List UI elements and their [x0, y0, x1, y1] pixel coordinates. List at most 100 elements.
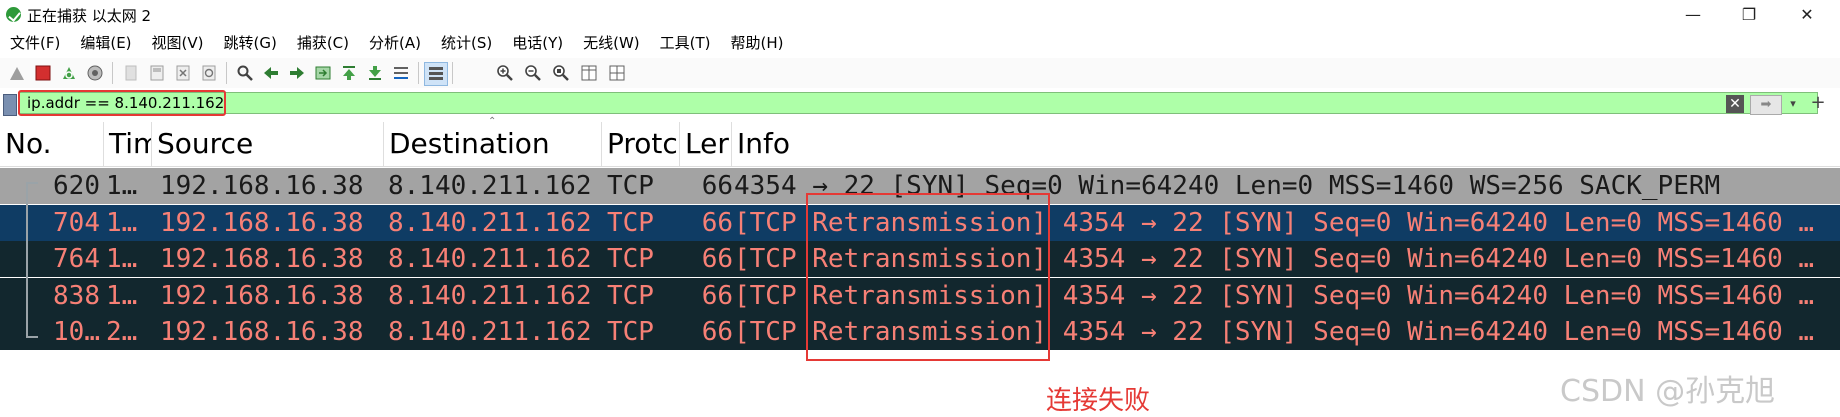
- add-filter-button-icon[interactable]: +: [1808, 93, 1828, 113]
- cell-destination: 8.140.211.162: [388, 207, 592, 238]
- filter-history-dropdown-icon[interactable]: ▾: [1786, 95, 1800, 113]
- display-filter-input[interactable]: [18, 92, 1818, 114]
- related-packet-indicator: [26, 182, 38, 338]
- watermark: CSDN @孙克旭: [1560, 374, 1776, 409]
- filter-bookmark-icon[interactable]: [3, 94, 17, 116]
- packet-row[interactable]: 704 1… 192.168.16.38 8.140.211.162 TCP 66 [TCP…: [0, 204, 1840, 241]
- save-file-icon[interactable]: [146, 62, 168, 84]
- cell-length: 66: [701, 207, 733, 238]
- cell-source: 192.168.16.38: [160, 280, 364, 311]
- open-file-icon[interactable]: [120, 62, 142, 84]
- cell-length: 66: [701, 171, 733, 201]
- cell-protocol: TCP: [607, 244, 654, 274]
- packet-row[interactable]: 620 1… 192.168.16.38 8.140.211.162 TCP 66 4354…: [0, 168, 1840, 204]
- menu-tools[interactable]: 工具(T): [650, 32, 721, 53]
- cell-source: 192.168.16.38: [160, 171, 364, 201]
- column-header-protocol[interactable]: Protc: [602, 122, 680, 166]
- cell-no: 620: [53, 171, 100, 201]
- colorize-icon[interactable]: [424, 62, 448, 86]
- cell-info: [TCP Retransmission] 4354 → 22 [SYN] Seq…: [734, 280, 1815, 311]
- cell-source: 192.168.16.38: [160, 244, 364, 274]
- go-to-packet-icon[interactable]: [312, 62, 334, 84]
- cell-length: 66: [701, 244, 733, 274]
- go-last-icon[interactable]: [364, 62, 386, 84]
- column-header-destination[interactable]: Destination: [384, 122, 602, 166]
- cell-no: 764: [53, 244, 100, 274]
- menu-telephony[interactable]: 电话(Y): [502, 32, 573, 53]
- window-title: 正在捕获 以太网 2: [27, 7, 152, 25]
- display-filter-bar: ✕ ➡ ▾ +: [0, 90, 1840, 118]
- resize-columns-icon[interactable]: [578, 62, 600, 84]
- go-forward-icon[interactable]: [286, 62, 308, 84]
- cell-info: 4354 → 22 [SYN] Seq=0 Win=64240 Len=0 MS…: [734, 171, 1721, 201]
- title-bar: 正在捕获 以太网 2 — ❐ ✕: [0, 0, 1840, 28]
- capture-options-icon[interactable]: [84, 62, 106, 84]
- packet-row[interactable]: 838 1… 192.168.16.38 8.140.211.162 TCP 66 [TCP…: [0, 277, 1840, 314]
- menu-edit[interactable]: 编辑(E): [70, 32, 141, 53]
- close-button[interactable]: ✕: [1784, 0, 1830, 28]
- shark-fin-start-icon[interactable]: [6, 62, 28, 84]
- cell-info: [TCP Retransmission] 4354 → 22 [SYN] Seq…: [734, 207, 1815, 238]
- toolbar-separator: [418, 62, 419, 84]
- minimize-button[interactable]: —: [1670, 0, 1716, 28]
- column-header-no[interactable]: No.: [0, 122, 104, 166]
- go-back-icon[interactable]: [260, 62, 282, 84]
- column-header-info[interactable]: Info: [732, 122, 1840, 166]
- toolbar-separator: [112, 62, 113, 84]
- cell-protocol: TCP: [607, 317, 654, 347]
- cell-time: 2…: [106, 317, 138, 347]
- menu-bar: 文件(F) 编辑(E) 视图(V) 跳转(G) 捕获(C) 分析(A) 统计(S…: [0, 28, 1840, 56]
- go-first-icon[interactable]: [338, 62, 360, 84]
- menu-view[interactable]: 视图(V): [142, 32, 214, 53]
- cell-time: 1…: [106, 244, 138, 274]
- sort-indicator-icon: ⌃: [488, 116, 497, 127]
- cell-info: [TCP Retransmission] 4354 → 22 [SYN] Seq…: [734, 244, 1815, 274]
- annotation-connection-failed: 连接失败: [1046, 386, 1151, 416]
- zoom-normal-icon[interactable]: [550, 62, 572, 84]
- cell-info: [TCP Retransmission] 4354 → 22 [SYN] Seq…: [734, 317, 1815, 347]
- menu-analyze[interactable]: 分析(A): [359, 32, 431, 53]
- menu-wireless[interactable]: 无线(W): [573, 32, 650, 53]
- cell-no: 704: [53, 207, 100, 238]
- column-header-time[interactable]: Tim: [104, 122, 152, 166]
- column-header-source[interactable]: Source: [152, 122, 384, 166]
- auto-scroll-icon[interactable]: [390, 62, 412, 84]
- menu-file[interactable]: 文件(F): [0, 32, 70, 53]
- close-file-icon[interactable]: [172, 62, 194, 84]
- reload-file-icon[interactable]: [198, 62, 220, 84]
- column-header-length[interactable]: Ler: [680, 122, 732, 166]
- cell-length: 66: [701, 317, 733, 347]
- cell-time: 1…: [106, 280, 138, 311]
- packet-list-header: No. Tim Source Destination Protc Ler Inf…: [0, 122, 1840, 167]
- toolbar-separator: [452, 62, 453, 84]
- menu-capture[interactable]: 捕获(C): [287, 32, 359, 53]
- cell-destination: 8.140.211.162: [388, 280, 592, 311]
- stop-capture-icon[interactable]: [32, 62, 54, 84]
- wireshark-app-icon: [6, 7, 21, 22]
- toolbar-separator: [226, 62, 227, 84]
- cell-protocol: TCP: [607, 171, 654, 201]
- menu-go[interactable]: 跳转(G): [214, 32, 287, 53]
- cell-time: 1…: [106, 207, 138, 238]
- cell-protocol: TCP: [607, 280, 654, 311]
- clear-filter-icon[interactable]: ✕: [1726, 95, 1744, 113]
- cell-destination: 8.140.211.162: [388, 317, 592, 347]
- zoom-out-icon[interactable]: [522, 62, 544, 84]
- packet-row[interactable]: 764 1… 192.168.16.38 8.140.211.162 TCP 66 [TCP…: [0, 241, 1840, 277]
- cell-destination: 8.140.211.162: [388, 171, 592, 201]
- maximize-button[interactable]: ❐: [1726, 0, 1772, 28]
- zoom-in-icon[interactable]: [494, 62, 516, 84]
- cell-no: 10…: [53, 317, 100, 347]
- restart-capture-icon[interactable]: [58, 62, 80, 84]
- find-packet-icon[interactable]: [234, 62, 256, 84]
- layout-icon[interactable]: [606, 62, 628, 84]
- apply-filter-icon[interactable]: ➡: [1750, 95, 1782, 115]
- menu-help[interactable]: 帮助(H): [721, 32, 794, 53]
- cell-source: 192.168.16.38: [160, 207, 364, 238]
- packet-row[interactable]: 10… 2… 192.168.16.38 8.140.211.162 TCP 66 [TCP…: [0, 314, 1840, 350]
- cell-destination: 8.140.211.162: [388, 244, 592, 274]
- cell-no: 838: [53, 280, 100, 311]
- cell-protocol: TCP: [607, 207, 654, 238]
- menu-statistics[interactable]: 统计(S): [431, 32, 502, 53]
- cell-time: 1…: [106, 171, 138, 201]
